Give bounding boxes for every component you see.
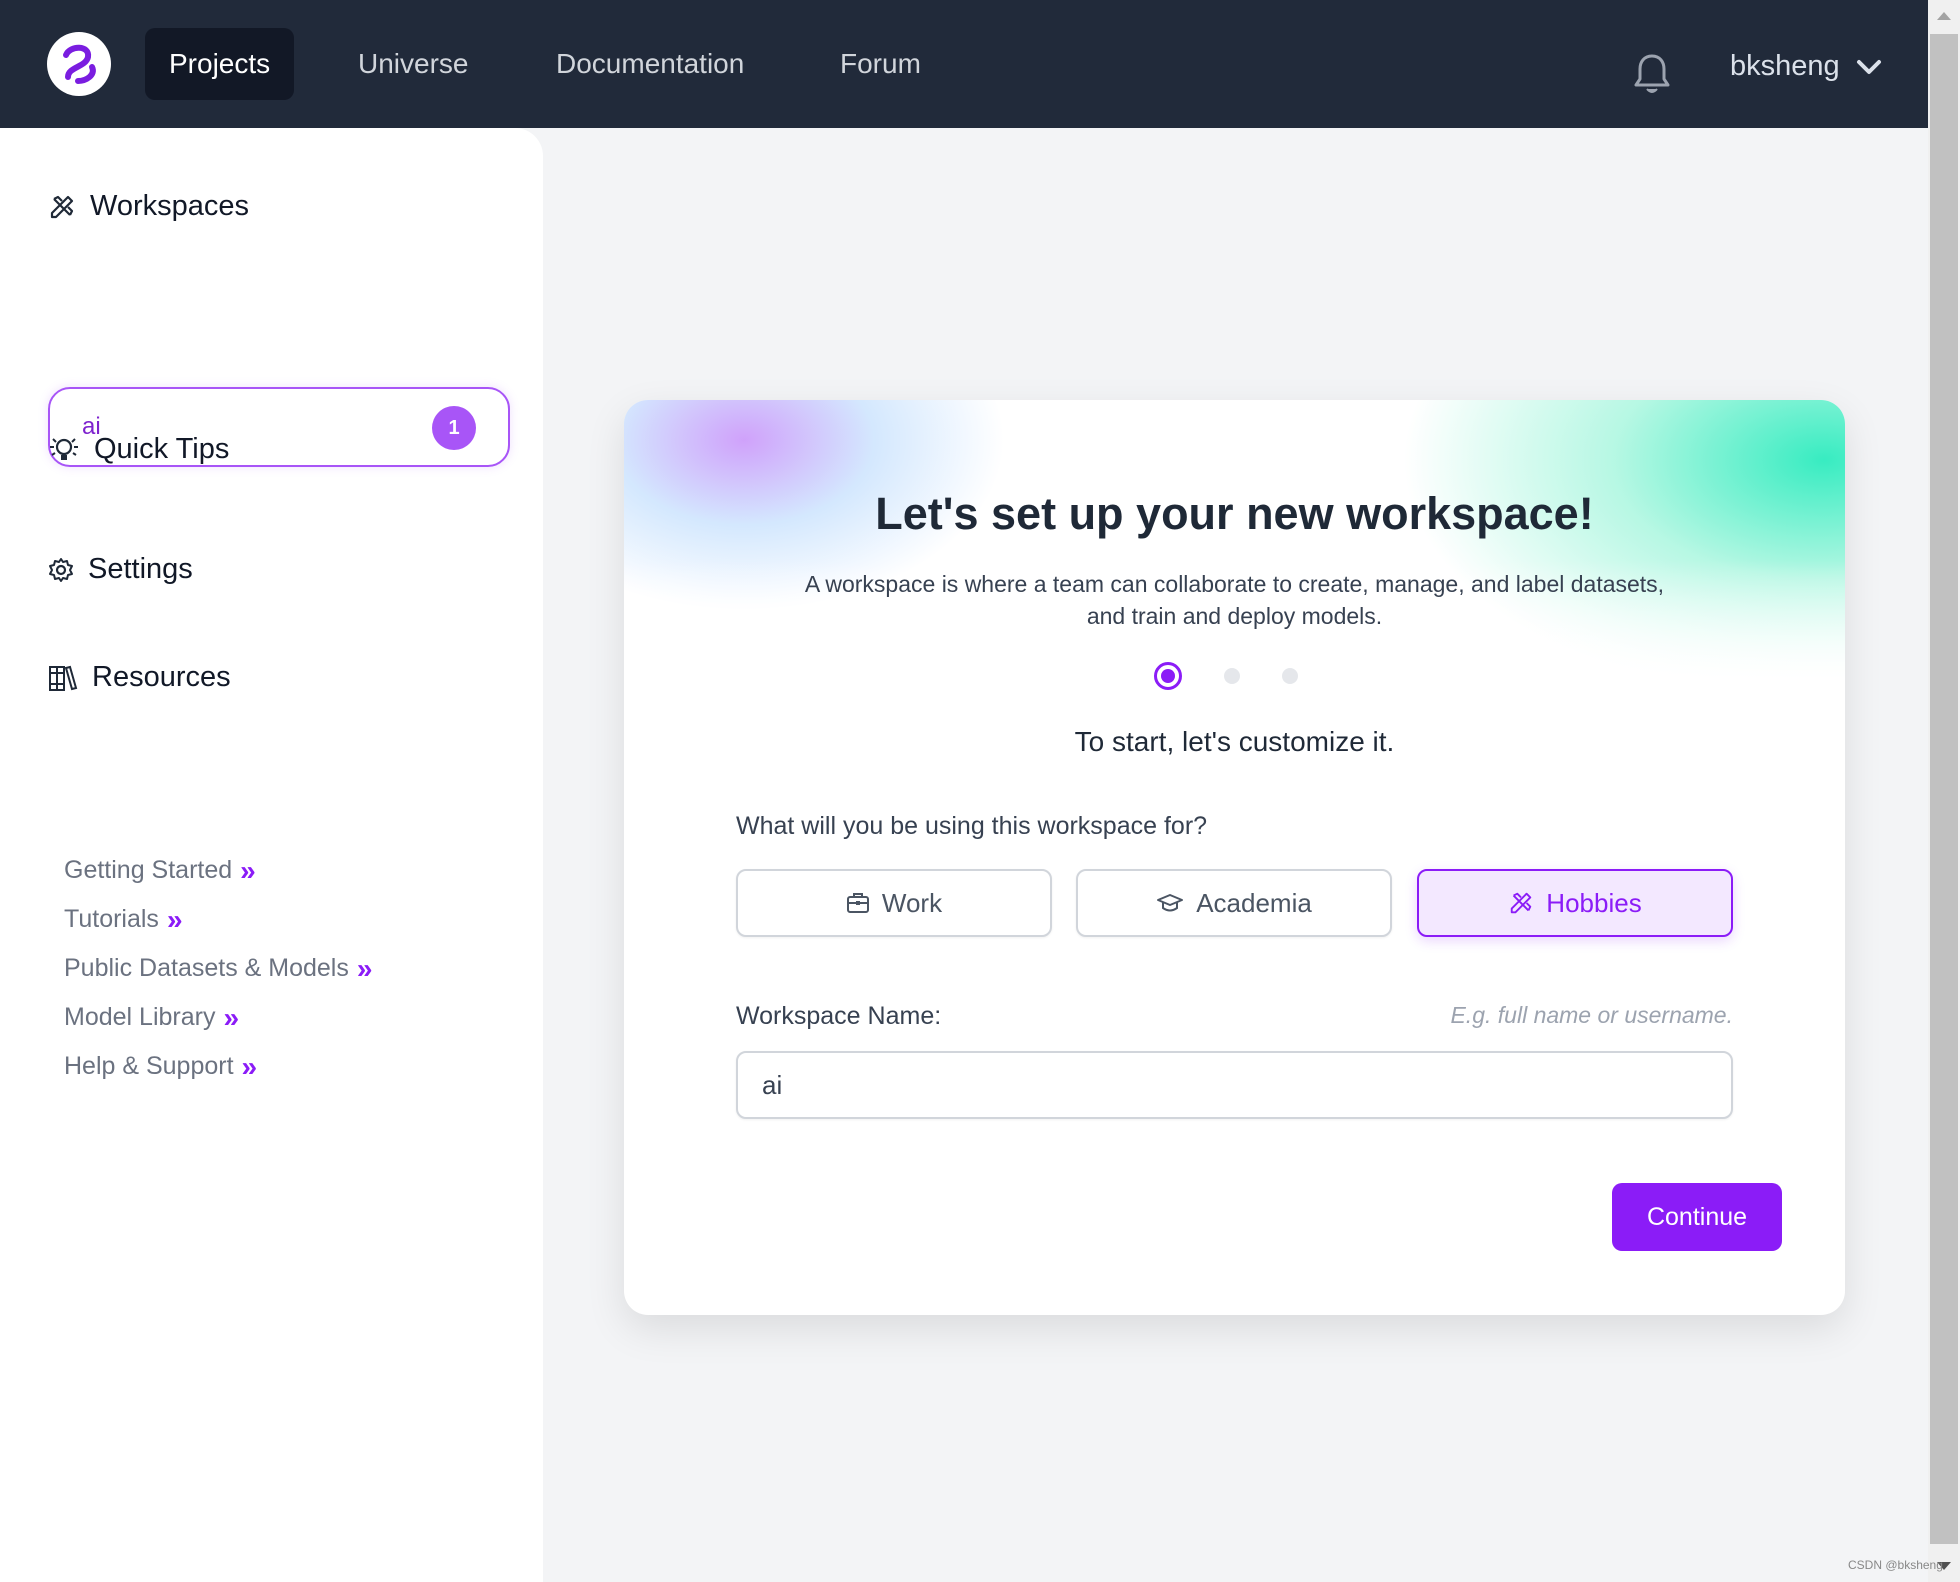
resource-link-tutorials[interactable]: Tutorials» <box>64 895 372 944</box>
card-title: Let's set up your new workspace! <box>875 488 1594 539</box>
usage-question: What will you be using this workspace fo… <box>736 812 1208 840</box>
settings-link[interactable]: Settings <box>48 553 193 586</box>
nav-forum[interactable]: Forum <box>816 28 945 100</box>
scrollbar-thumb[interactable] <box>1930 34 1958 1544</box>
resource-link-label: Tutorials <box>64 905 159 933</box>
step-indicator <box>1154 662 1298 690</box>
continue-button[interactable]: Continue <box>1612 1183 1782 1251</box>
nav-documentation[interactable]: Documentation <box>532 28 768 100</box>
chevron-down-icon <box>1856 59 1881 74</box>
books-icon <box>49 665 78 691</box>
resource-link-getting-started[interactable]: Getting Started» <box>64 846 372 895</box>
workspace-setup-card: Let's set up your new workspace! A works… <box>624 400 1845 1315</box>
step-dot-1 <box>1154 662 1182 690</box>
quick-tips-title: Quick Tips <box>94 433 230 465</box>
resource-link-label: Public Datasets & Models <box>64 954 349 982</box>
card-subtitle: A workspace is where a team can collabor… <box>804 571 1665 629</box>
scroll-up-arrow-icon[interactable] <box>1928 0 1960 32</box>
step-dot-2 <box>1224 668 1240 684</box>
option-label: Academia <box>1196 887 1312 918</box>
settings-title: Settings <box>88 553 193 585</box>
resource-link-label: Model Library <box>64 1003 216 1031</box>
resources-title: Resources <box>92 661 231 693</box>
briefcase-icon <box>846 893 869 913</box>
card-gradient-banner <box>624 400 1845 680</box>
graduation-cap-icon <box>1157 894 1184 912</box>
bell-icon[interactable] <box>1632 52 1672 101</box>
watermark: CSDN @bksheng <box>1848 1558 1943 1572</box>
resources-links: Getting Started» Tutorials» Public Datas… <box>64 846 372 1091</box>
resource-link-label: Getting Started <box>64 856 233 884</box>
resource-link-public-datasets[interactable]: Public Datasets & Models» <box>64 944 372 993</box>
quick-tips-link[interactable]: Quick Tips <box>48 433 229 466</box>
option-label: Work <box>881 887 943 918</box>
workspace-name-input[interactable] <box>736 1051 1733 1119</box>
card-prompt: To start, let's customize it. <box>1074 726 1395 757</box>
option-work[interactable]: Work <box>736 869 1052 937</box>
resources-heading: Resources <box>48 661 231 694</box>
double-chevron-right-icon: » <box>241 1050 258 1082</box>
workspaces-heading: Workspaces <box>48 190 249 223</box>
option-hobbies[interactable]: Hobbies <box>1417 869 1733 937</box>
lightbulb-icon <box>50 437 78 460</box>
double-chevron-right-icon: » <box>240 854 256 886</box>
resource-link-label: Help & Support <box>64 1052 234 1080</box>
user-menu[interactable]: bksheng <box>1730 50 1882 83</box>
resource-link-model-library[interactable]: Model Library» <box>64 993 372 1042</box>
roboflow-logo-icon[interactable] <box>47 32 111 96</box>
double-chevron-right-icon: » <box>356 952 373 984</box>
double-chevron-right-icon: » <box>166 903 183 935</box>
workspaces-title: Workspaces <box>90 190 250 222</box>
nav-universe[interactable]: Universe <box>334 28 492 100</box>
option-academia[interactable]: Academia <box>1076 869 1392 937</box>
step-dot-3 <box>1282 668 1298 684</box>
sidebar: Workspaces ai 1 Quick Tips Settings Reso… <box>0 128 543 1582</box>
vertical-scrollbar[interactable] <box>1928 0 1960 1582</box>
username: bksheng <box>1730 50 1840 82</box>
double-chevron-right-icon: » <box>223 1001 240 1033</box>
workspace-name-label: Workspace Name: <box>736 1002 942 1030</box>
pencil-ruler-icon <box>1511 892 1532 914</box>
top-navigation-bar: Projects Universe Documentation Forum bk… <box>0 0 1928 128</box>
option-label: Hobbies <box>1546 887 1642 918</box>
pencil-ruler-icon <box>50 195 74 218</box>
gear-icon <box>49 557 73 582</box>
nav-projects[interactable]: Projects <box>145 28 295 100</box>
workspace-name-hint: E.g. full name or username. <box>1450 1002 1733 1028</box>
workspace-count-badge: 1 <box>432 406 476 450</box>
resource-link-help-support[interactable]: Help & Support» <box>64 1042 372 1091</box>
